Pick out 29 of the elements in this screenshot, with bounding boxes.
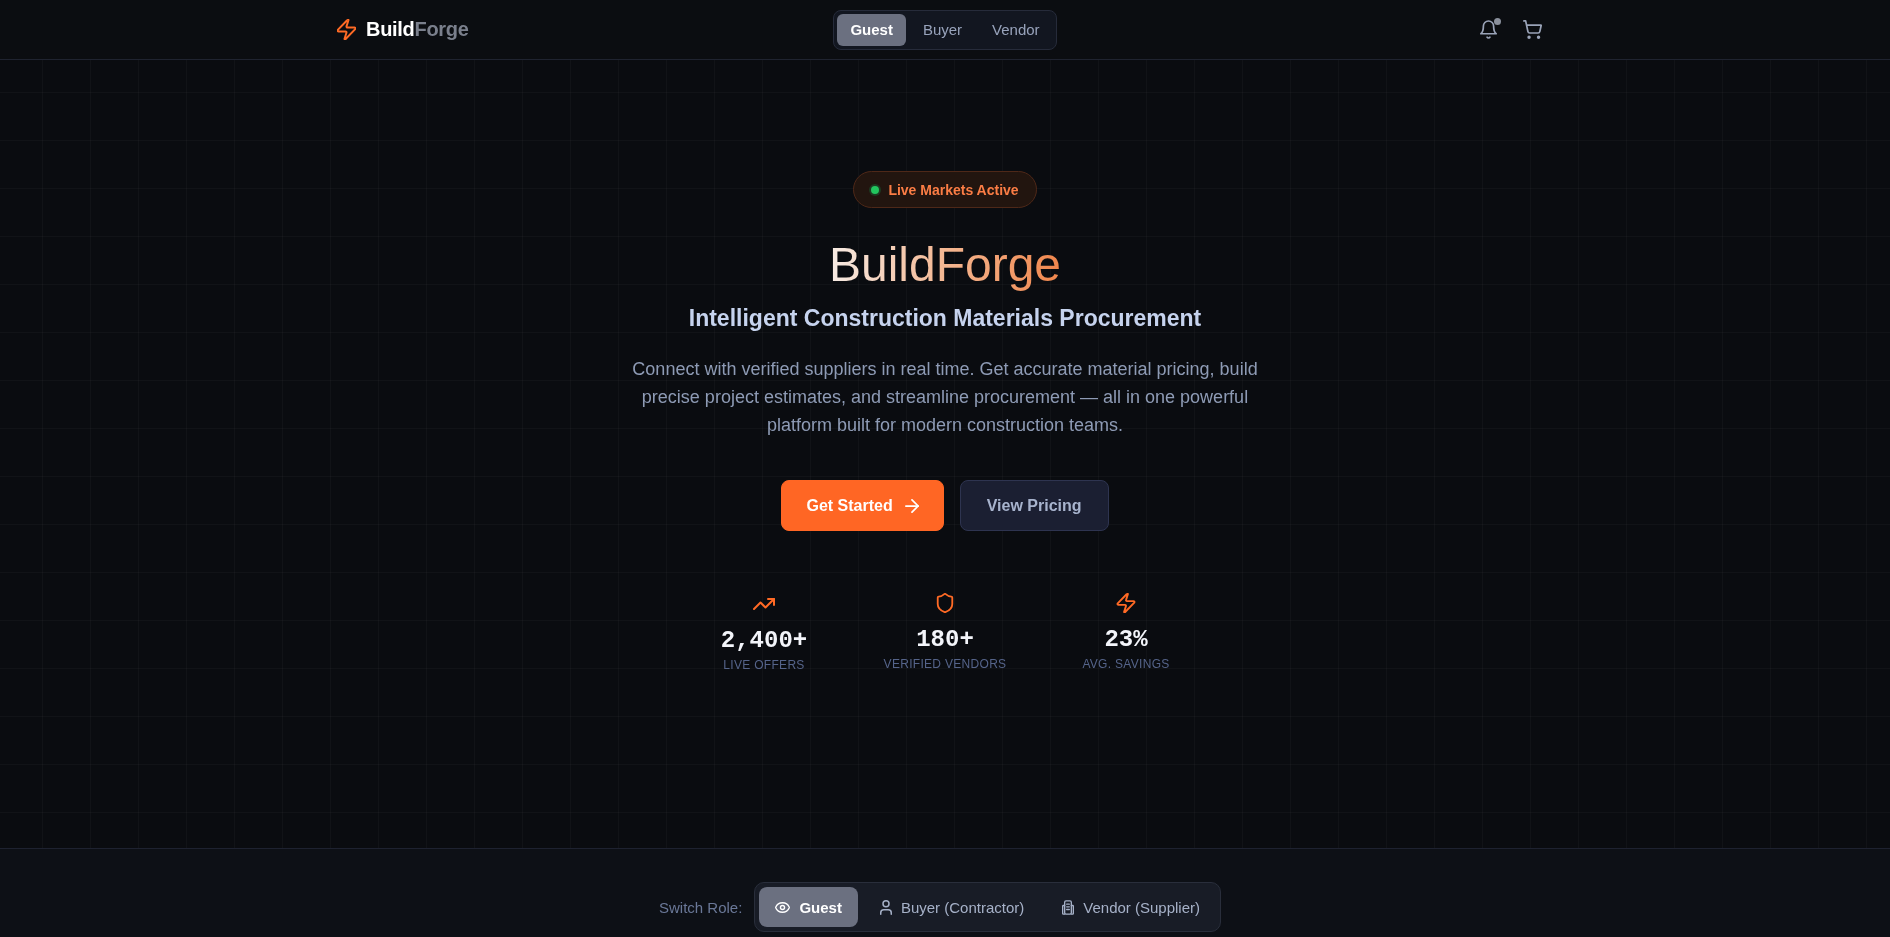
arrow-right-icon [904, 498, 919, 513]
stat-value: 23% [1104, 625, 1148, 655]
role-option[interactable]: Guest [759, 887, 858, 927]
switch-role-label: Switch Role: [659, 898, 743, 916]
stat-label: VERIFIED VENDORS [883, 656, 1007, 673]
bell-icon[interactable] [1480, 20, 1497, 39]
stat-value: 180+ [916, 625, 974, 655]
live-dot-icon [871, 185, 880, 194]
brand-logo-text[interactable]: BuildForge [366, 18, 469, 41]
eye-icon [775, 901, 791, 913]
lightning-bolt-icon [1116, 593, 1136, 613]
hero-subtitle: Intelligent Construction Materials Procurement [688, 304, 1202, 333]
role-tab[interactable]: Guest [837, 13, 906, 46]
building-icon [1062, 899, 1075, 915]
stat-value: 2,400+ [720, 626, 808, 656]
lightning-bolt-icon [337, 19, 356, 40]
shopping-cart-icon[interactable] [1523, 20, 1542, 39]
shield-icon [935, 593, 955, 613]
person-icon [879, 899, 892, 915]
hero-description: Connect with verified suppliers in real time. Get accurate material pricing, build precise project estimates, and streamline procurement — all in one powerful platform built for modern construction teams. [631, 358, 1259, 437]
role-option[interactable]: Vendor (Supplier) [1046, 887, 1216, 927]
stat-label: LIVE OFFERS [723, 657, 805, 674]
role-option[interactable]: Buyer (Contractor) [863, 887, 1041, 927]
trending-up-icon [753, 598, 775, 610]
role-tab[interactable]: Vendor [979, 13, 1053, 46]
stat-label: AVG. SAVINGS [1082, 656, 1170, 673]
secondary-button[interactable]: View Pricing [959, 480, 1109, 531]
status-label: Live Markets Active [888, 181, 1019, 198]
role-tab[interactable]: Buyer [909, 13, 976, 46]
